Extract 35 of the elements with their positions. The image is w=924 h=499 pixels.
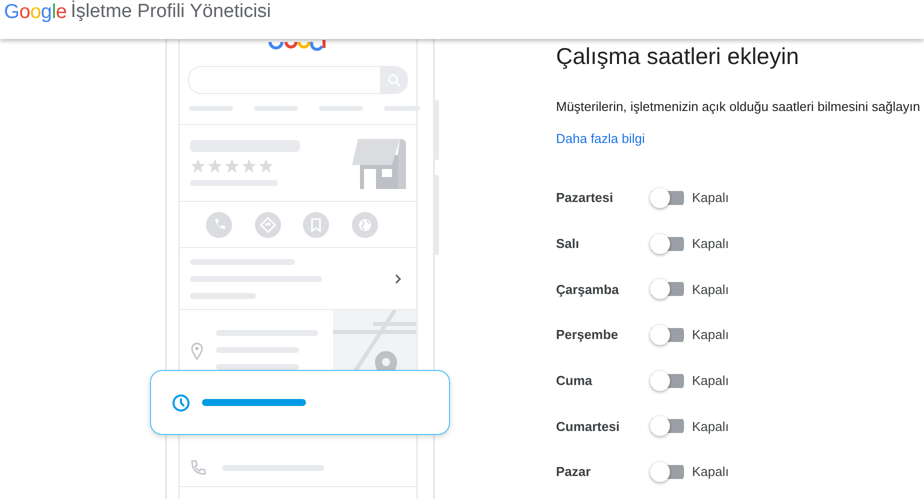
day-label: Cumartesi — [556, 418, 621, 434]
status-label: Kapalı — [692, 373, 729, 388]
toggle-switch[interactable] — [650, 370, 684, 391]
brand-logo: Google — [4, 1, 67, 23]
status-label: Kapalı — [692, 418, 729, 434]
day-label: Pazar — [556, 464, 592, 480]
toggle-switch[interactable] — [650, 234, 684, 254]
directions-icon — [254, 212, 281, 238]
day-label: Çarşamba — [556, 282, 620, 297]
toggle-switch[interactable] — [650, 416, 684, 436]
toggle-switch[interactable] — [650, 188, 684, 208]
panel-title: Çalışma saatleri ekleyin — [556, 42, 800, 70]
phone-icon — [206, 212, 232, 238]
storefront-icon — [352, 137, 406, 189]
day-label: Salı — [556, 236, 580, 252]
learn-more-link[interactable]: Daha fazla bilgi — [556, 131, 645, 147]
status-label: Kapalı — [692, 464, 729, 480]
day-label: Pazartesi — [556, 190, 614, 206]
globe-icon — [352, 212, 378, 238]
phone-icon — [190, 460, 206, 476]
day-label: Perşembe — [556, 327, 620, 342]
toggle-switch[interactable] — [650, 324, 684, 345]
day-label: Cuma — [556, 373, 594, 388]
clock-icon — [172, 394, 190, 412]
status-label: Kapalı — [692, 282, 729, 297]
panel-description: Müşterilerin, işletmenizin açık olduğu saatleri bilmesini sağlayın — [556, 99, 920, 115]
status-label: Kapalı — [692, 327, 729, 342]
status-label: Kapalı — [692, 190, 729, 206]
toggle-switch[interactable] — [650, 279, 684, 300]
toggle-switch[interactable] — [650, 462, 684, 482]
bookmark-icon — [303, 212, 330, 238]
location-pin-icon — [190, 342, 204, 360]
chevron-right-icon — [394, 272, 402, 284]
product-name: İşletme Profili Yöneticisi — [70, 1, 272, 23]
status-label: Kapalı — [692, 236, 729, 252]
